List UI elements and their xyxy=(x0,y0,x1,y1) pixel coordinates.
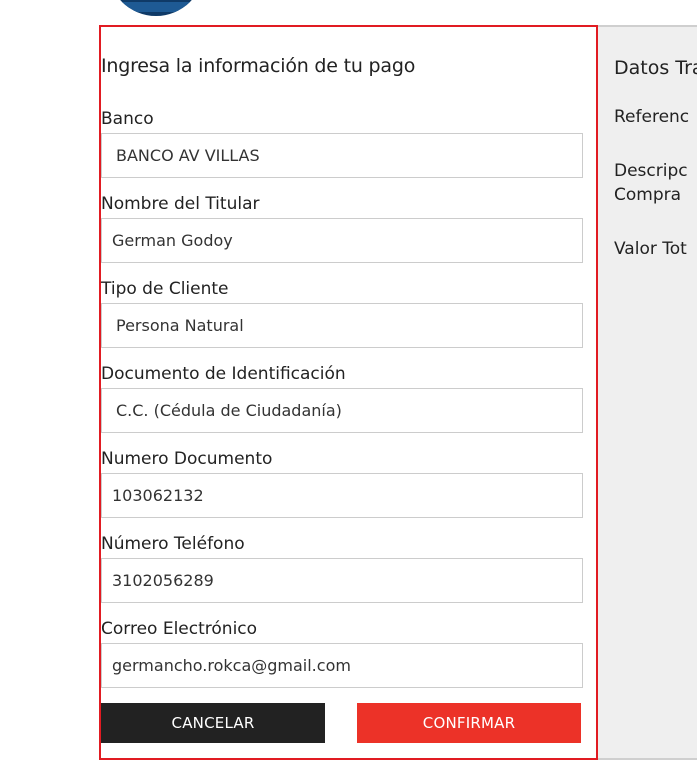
payment-form: Ingresa la información de tu pago Banco … xyxy=(99,25,598,760)
holder-name-input[interactable]: German Godoy xyxy=(101,218,583,263)
form-title: Ingresa la información de tu pago xyxy=(101,55,416,77)
email-input[interactable]: germancho.rokca@gmail.com xyxy=(101,643,583,688)
email-label: Correo Electrónico xyxy=(101,619,258,639)
client-type-label: Tipo de Cliente xyxy=(101,279,229,299)
description-label: Descripc xyxy=(614,161,688,181)
bank-label: Banco xyxy=(101,109,154,129)
bank-select[interactable]: BANCO AV VILLAS xyxy=(101,133,583,178)
id-document-select[interactable]: C.C. (Cédula de Ciudadanía) xyxy=(101,388,583,433)
id-document-label: Documento de Identificación xyxy=(101,364,346,384)
document-number-label: Numero Documento xyxy=(101,449,273,469)
phone-label: Número Teléfono xyxy=(101,534,245,554)
client-type-select[interactable]: Persona Natural xyxy=(101,303,583,348)
holder-name-label: Nombre del Titular xyxy=(101,194,260,214)
total-value-label: Valor Tot xyxy=(614,239,687,259)
confirm-button[interactable]: CONFIRMAR xyxy=(357,703,581,743)
document-number-input[interactable]: 103062132 xyxy=(101,473,583,518)
brand-logo xyxy=(108,0,204,16)
phone-input[interactable]: 3102056289 xyxy=(101,558,583,603)
description-label-line-2: Compra xyxy=(614,185,682,205)
transaction-summary-panel: Datos Tra Referenc Descripc Compra Valor… xyxy=(598,25,697,760)
cancel-button[interactable]: CANCELAR xyxy=(101,703,325,743)
summary-title: Datos Tra xyxy=(614,57,697,79)
reference-label: Referenc xyxy=(614,107,690,127)
